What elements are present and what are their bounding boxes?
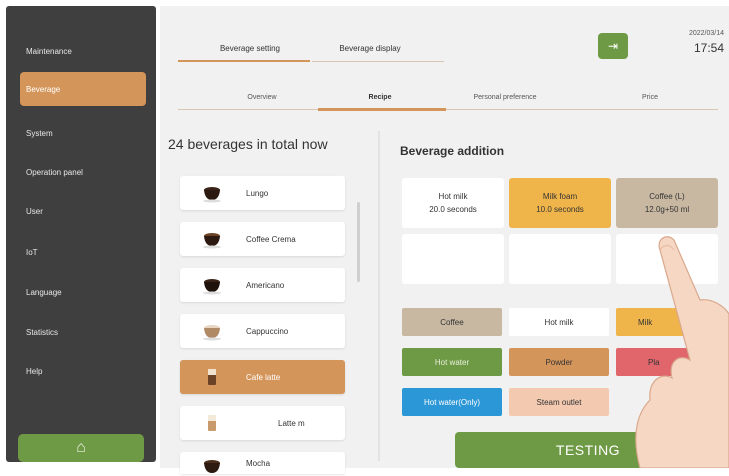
chip-milk[interactable]: Milk (616, 308, 716, 336)
sidebar-item-language[interactable]: Language (20, 283, 146, 301)
addition-card-hot-milk[interactable]: Hot milk 20.0 seconds (402, 178, 504, 228)
espresso-cup-icon (203, 187, 221, 203)
beverage-item-lungo[interactable]: Lungo (180, 176, 345, 210)
chip-coffee[interactable]: Coffee (402, 308, 502, 336)
addition-slot-empty[interactable] (616, 234, 718, 284)
beverage-name: Lungo (246, 188, 269, 198)
beverage-item-latte-m[interactable]: Latte m (180, 406, 345, 440)
beverage-item-cappuccino[interactable]: Cappuccino (180, 314, 345, 348)
beverage-list-scrollbar[interactable] (357, 202, 360, 282)
sidebar-item-system[interactable]: System (20, 124, 146, 142)
latte-glass-icon (208, 415, 216, 431)
sidebar-item-iot[interactable]: IoT (20, 243, 146, 261)
addition-card-value: 12.0g+50 ml (644, 205, 690, 214)
subtab-personal-preference[interactable]: Personal preference (440, 94, 570, 101)
exit-button[interactable]: ⇥ (598, 33, 628, 59)
sidebar-item-operation-panel[interactable]: Operation panel (20, 163, 146, 181)
chip-hot-milk[interactable]: Hot milk (509, 308, 609, 336)
sidebar-item-maintenance[interactable]: Maintenance (20, 42, 146, 60)
beverage-name: Cappuccino (246, 326, 289, 336)
mocha-cup-icon (204, 460, 220, 473)
subtab-overview[interactable]: Overview (202, 94, 322, 101)
sidebar: Maintenance Beverage System Operation pa… (6, 6, 156, 462)
tab-underline (312, 61, 444, 62)
addition-card-name: Hot milk (438, 192, 468, 201)
addition-slot-empty[interactable] (509, 234, 611, 284)
beverage-item-americano[interactable]: Americano (180, 268, 345, 302)
subtab-baseline (178, 109, 718, 110)
beverage-item-coffee-crema[interactable]: Coffee Crema (180, 222, 345, 256)
coffee-cup-icon (203, 233, 221, 249)
column-divider (378, 131, 380, 461)
chip-pla[interactable]: Pla (616, 348, 716, 376)
subtab-recipe[interactable]: Recipe (320, 94, 440, 101)
sidebar-item-help[interactable]: Help (20, 362, 146, 380)
addition-card-value: 20.0 seconds (429, 205, 477, 214)
addition-card-value: 10.0 seconds (536, 205, 584, 214)
tab-beverage-display[interactable]: Beverage display (310, 44, 430, 53)
sidebar-item-statistics[interactable]: Statistics (20, 323, 146, 341)
addition-card-name: Milk foam (542, 192, 578, 201)
chip-hot-water-only[interactable]: Hot water(Only) (402, 388, 502, 416)
sidebar-item-beverage[interactable]: Beverage (20, 72, 146, 106)
addition-card-name: Coffee (L) (649, 192, 685, 201)
beverage-item-cafe-latte[interactable]: Cafe latte (180, 360, 345, 394)
chip-steam-outlet[interactable]: Steam outlet (509, 388, 609, 416)
date-label: 2022/03/14 (688, 30, 724, 37)
subtab-price[interactable]: Price (600, 94, 700, 101)
addition-card-coffee-l[interactable]: Coffee (L) 12.0g+50 ml (616, 178, 718, 228)
beverage-name: Cafe latte (246, 372, 281, 382)
subtab-active-underline (318, 108, 446, 111)
addition-slot-empty[interactable] (402, 234, 504, 284)
testing-button[interactable]: TESTING (455, 432, 721, 468)
sidebar-item-user[interactable]: User (20, 202, 146, 220)
coffee-cup-icon (203, 279, 221, 295)
exit-icon: ⇥ (607, 39, 619, 53)
beverage-count: 24 beverages in total now (168, 136, 328, 152)
chip-powder[interactable]: Powder (509, 348, 609, 376)
main-panel: Beverage setting Beverage display ⇥ 2022… (160, 6, 729, 474)
addition-card-milk-foam[interactable]: Milk foam 10.0 seconds (509, 178, 611, 228)
cappuccino-cup-icon (203, 325, 221, 341)
beverage-name: Mocha (246, 458, 271, 468)
latte-glass-icon (208, 369, 216, 385)
beverage-name: Coffee Crema (246, 234, 296, 244)
beverage-name: Americano (246, 280, 285, 290)
time-label: 17:54 (693, 41, 724, 55)
beverage-addition-title: Beverage addition (400, 144, 505, 158)
beverage-item-mocha[interactable]: Mocha (180, 452, 345, 474)
chip-hot-water[interactable]: Hot water (402, 348, 502, 376)
app-frame: Maintenance Beverage System Operation pa… (0, 0, 729, 474)
home-icon: ⌂ (76, 439, 86, 456)
tab-active-underline (178, 60, 310, 62)
tab-beverage-setting[interactable]: Beverage setting (190, 44, 310, 53)
home-button[interactable]: ⌂ (18, 434, 144, 462)
beverage-name: Latte m (278, 418, 305, 428)
